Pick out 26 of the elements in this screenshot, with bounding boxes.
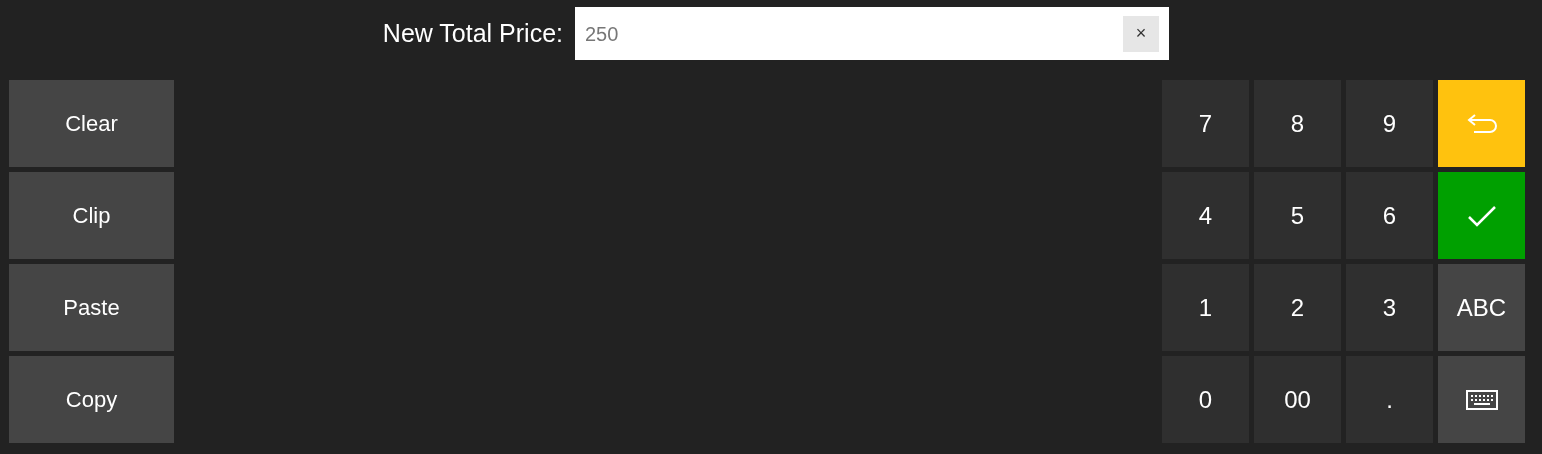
keyboard-icon xyxy=(1465,389,1498,410)
keypad-key[interactable]: 6 xyxy=(1346,172,1433,259)
keypad-key[interactable]: 8 xyxy=(1254,80,1341,167)
keypad-key[interactable]: 5 xyxy=(1254,172,1341,259)
abc-key[interactable]: ABC xyxy=(1438,264,1525,351)
check-icon xyxy=(1466,204,1497,227)
keypad-key[interactable]: 3 xyxy=(1346,264,1433,351)
keypad-key[interactable]: 7 xyxy=(1162,80,1249,167)
keypad-key[interactable]: 2 xyxy=(1254,264,1341,351)
confirm-button[interactable] xyxy=(1438,172,1525,259)
keypad-key[interactable]: . xyxy=(1346,356,1433,443)
clear-field-button[interactable]: × xyxy=(1123,15,1159,52)
back-button[interactable] xyxy=(1438,80,1525,167)
keypad-key[interactable]: 1 xyxy=(1162,264,1249,351)
keypad-key[interactable]: 00 xyxy=(1254,356,1341,443)
keypad-key[interactable]: 4 xyxy=(1162,172,1249,259)
edit-button[interactable]: Clip xyxy=(9,172,174,259)
field-label: New Total Price: xyxy=(382,18,563,50)
keypad-key[interactable]: 9 xyxy=(1346,80,1433,167)
keyboard-button[interactable] xyxy=(1438,356,1525,443)
edit-button[interactable]: Clear xyxy=(9,80,174,167)
edit-button[interactable]: Paste xyxy=(9,264,174,351)
return-arrow-icon xyxy=(1465,112,1498,135)
keypad-key[interactable]: 0 xyxy=(1162,356,1249,443)
edit-button[interactable]: Copy xyxy=(9,356,174,443)
price-input[interactable]: 250 × xyxy=(575,7,1169,60)
